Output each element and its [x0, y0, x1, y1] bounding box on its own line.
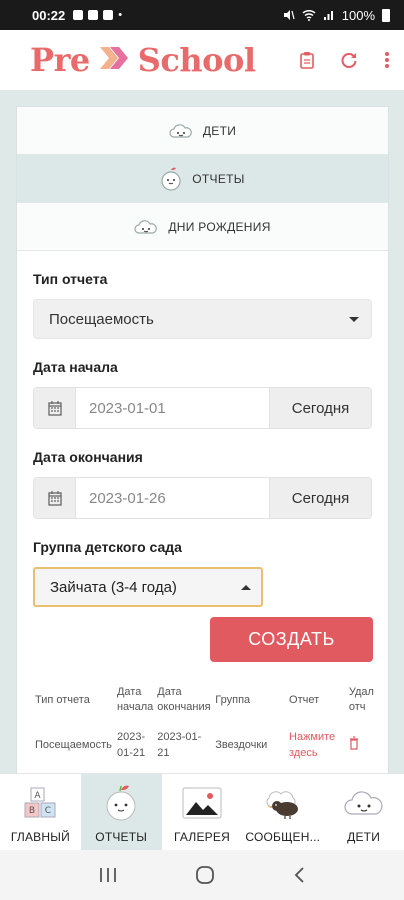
status-right: 100% [283, 8, 390, 23]
start-date-input[interactable]: 2023-01-01 [76, 388, 269, 428]
report-form: Тип отчета Посещаемость Дата начала 2023… [17, 271, 388, 607]
bottom-nav: ABC ГЛАВНЫЙ ОТЧЕТЫ ГАЛЕРЕЯ СООБЩЕН... ДЕ… [0, 773, 404, 850]
logo-text-right: School [137, 41, 256, 79]
cloud-face-icon [169, 123, 193, 139]
tab-children-label: ДЕТИ [202, 123, 237, 138]
delete-report-icon[interactable] [347, 723, 376, 767]
status-dot: • [118, 9, 123, 21]
battery-percent: 100% [341, 7, 375, 23]
status-bar: 00:22 • 100% [0, 0, 404, 30]
nav-home-label: ГЛАВНЫЙ [10, 830, 70, 844]
report-type-label: Тип отчета [33, 271, 108, 287]
cell-group: Звездочки [215, 739, 268, 751]
caret-down-icon [349, 316, 359, 322]
cell-end-date: 2023-01-21 [157, 731, 202, 759]
apple-face-icon [160, 167, 182, 191]
preschool-logo: Pre School [30, 41, 256, 79]
cell-report-type: Посещаемость [35, 739, 112, 751]
col-start-date: Дата начала [116, 686, 154, 713]
col-group: Группа [215, 693, 251, 706]
tab-reports[interactable]: ОТЧЕТЫ [17, 155, 388, 203]
refresh-icon[interactable] [340, 51, 358, 69]
tab-children[interactable]: ДЕТИ [17, 107, 388, 155]
nav-messages-label: СООБЩЕН... [245, 830, 321, 844]
nav-messages[interactable]: СООБЩЕН... [242, 774, 323, 850]
svg-text:B: B [29, 806, 35, 816]
svg-text:C: C [45, 806, 51, 816]
battery-icon [382, 8, 390, 22]
abc-blocks-icon: ABC [22, 780, 58, 826]
notification-icon [88, 10, 99, 20]
caret-up-icon [241, 584, 251, 590]
group-label: Группа детского сада [33, 539, 182, 555]
app-bar-actions [300, 51, 390, 69]
end-date-input[interactable]: 2023-01-26 [76, 478, 269, 518]
start-date-group: 2023-01-01 Сегодня [33, 387, 372, 429]
create-button[interactable]: СОЗДАТЬ [210, 617, 373, 662]
nav-gallery[interactable]: ГАЛЕРЕЯ [162, 774, 243, 850]
more-vert-icon[interactable] [384, 51, 390, 69]
tab-birthdays-label: ДНИ РОЖДЕНИЯ [168, 219, 271, 234]
report-type-select[interactable]: Посещаемость [33, 299, 372, 339]
clipboard-icon[interactable] [300, 51, 314, 69]
col-end-date: Дата окончания [157, 686, 211, 713]
col-report: Отчет [289, 693, 320, 706]
cloud-face-icon [134, 219, 158, 235]
reports-card: ДЕТИ ОТЧЕТЫ ДНИ РОЖДЕНИЯ Тип отчета Посе… [16, 106, 389, 773]
signal-icon [323, 11, 333, 20]
status-notification-icons: • [73, 9, 122, 21]
group-value: Зайчата (3-4 года) [50, 578, 177, 596]
end-today-button[interactable]: Сегодня [269, 478, 371, 518]
open-report-link[interactable]: Нажмите здесь [287, 723, 347, 767]
logo-chevron-icon [99, 41, 130, 79]
mute-icon [283, 10, 295, 20]
notification-icon [73, 10, 84, 20]
tab-birthdays[interactable]: ДНИ РОЖДЕНИЯ [17, 203, 388, 251]
wifi-icon [302, 9, 316, 21]
app-bar: Pre School [0, 30, 404, 90]
nav-gallery-label: ГАЛЕРЕЯ [174, 830, 230, 844]
start-today-button[interactable]: Сегодня [269, 388, 371, 428]
back-icon[interactable] [293, 866, 305, 884]
start-date-label: Дата начала [33, 359, 118, 375]
calendar-icon[interactable] [34, 388, 76, 428]
bird-icon [263, 780, 303, 826]
section-tabs: ДЕТИ ОТЧЕТЫ ДНИ РОЖДЕНИЯ [17, 107, 388, 251]
end-date-label: Дата окончания [33, 449, 143, 465]
cell-start-date: 2023-01-21 [116, 731, 146, 759]
nav-reports[interactable]: ОТЧЕТЫ [80, 774, 162, 850]
system-nav-bar [0, 850, 404, 900]
main-content: ДЕТИ ОТЧЕТЫ ДНИ РОЖДЕНИЯ Тип отчета Посе… [0, 90, 404, 773]
home-icon[interactable] [195, 865, 215, 885]
notification-icon [103, 10, 114, 20]
calendar-icon[interactable] [34, 478, 76, 518]
report-type-value: Посещаемость [49, 310, 154, 328]
col-report-type: Тип отчета [35, 693, 90, 706]
group-select[interactable]: Зайчата (3-4 года) [33, 567, 263, 607]
reports-table: Тип отчета Дата начала Дата окончания Гр… [33, 677, 376, 767]
nav-children-label: ДЕТИ [347, 830, 381, 844]
cloud-face-icon [343, 780, 384, 826]
status-time: 00:22 [32, 7, 66, 23]
col-delete: Удал отч [348, 686, 374, 713]
nav-reports-label: ОТЧЕТЫ [95, 830, 148, 844]
nav-home[interactable]: ABC ГЛАВНЫЙ [0, 774, 81, 850]
end-date-group: 2023-01-26 Сегодня [33, 477, 372, 519]
svg-text:A: A [35, 791, 42, 801]
nav-children[interactable]: ДЕТИ [323, 774, 404, 850]
recents-icon[interactable] [99, 867, 117, 883]
apple-face-icon [103, 780, 139, 826]
table-header-row: Тип отчета Дата начала Дата окончания Гр… [33, 677, 376, 723]
tab-reports-label: ОТЧЕТЫ [192, 171, 245, 186]
logo-text-left: Pre [30, 41, 90, 79]
table-row: Посещаемость 2023-01-21 2023-01-21 Звезд… [33, 723, 376, 767]
picture-icon [182, 780, 222, 826]
